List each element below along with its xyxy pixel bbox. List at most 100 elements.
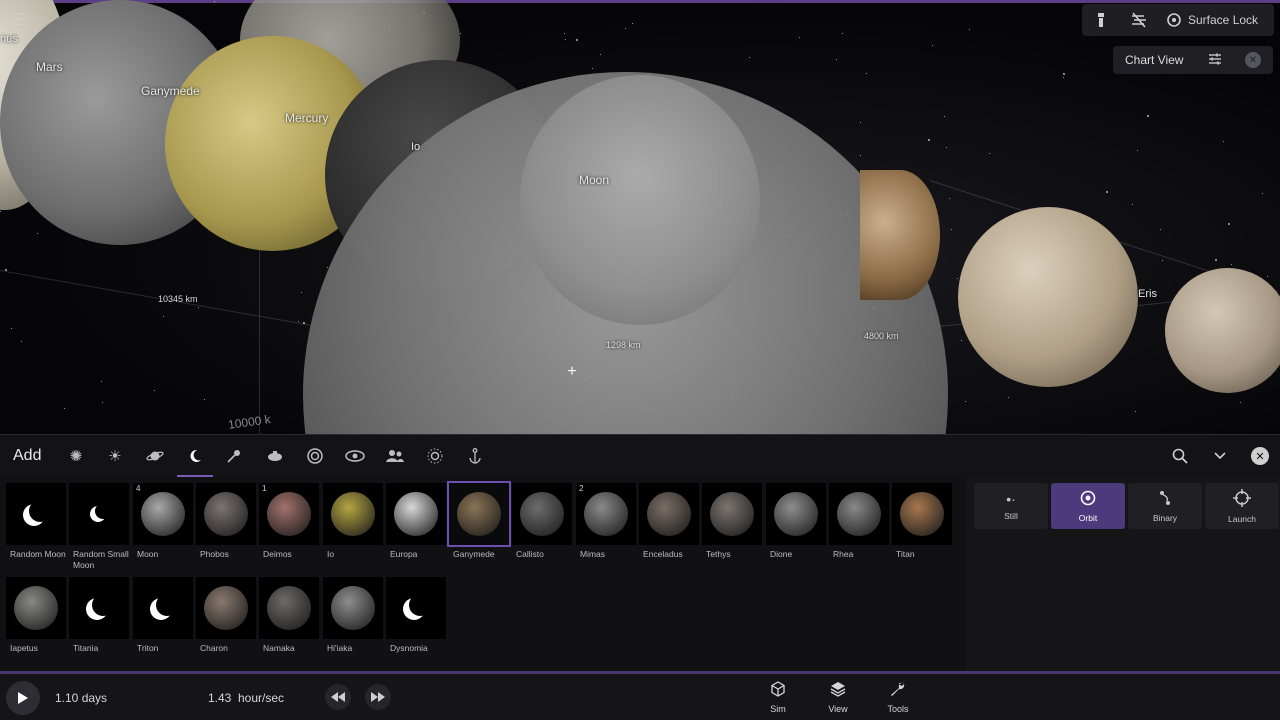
panel-title: Add	[13, 447, 42, 464]
object-thumbnail	[196, 577, 256, 639]
object-tile[interactable]: Dione	[766, 483, 826, 573]
mode-launch-button[interactable]: Launch	[1205, 483, 1279, 529]
close-panel-icon[interactable]: ✕	[1240, 435, 1280, 477]
object-name: Ganymede	[453, 549, 495, 559]
galaxy-icon[interactable]: ✺	[56, 435, 96, 477]
mode-binary-button[interactable]: Binary	[1128, 483, 1202, 529]
chevron-down-icon[interactable]	[1200, 435, 1240, 477]
star	[564, 33, 565, 34]
label-mars[interactable]: Mars	[36, 60, 63, 74]
distance-label: 4800 km	[864, 331, 899, 341]
label-venus[interactable]: nus	[0, 33, 18, 45]
swirl-icon[interactable]	[295, 435, 335, 477]
object-tile[interactable]: Enceladus	[639, 483, 699, 573]
star	[1223, 141, 1224, 142]
object-thumbnail	[512, 483, 572, 545]
object-tile[interactable]: Random Moon	[6, 483, 66, 573]
object-tile[interactable]: Titania	[69, 577, 129, 667]
crescent-moon-icon	[156, 594, 178, 616]
time-rate-value[interactable]: 1.43	[208, 691, 231, 705]
object-tile[interactable]: 1 Deimos	[259, 483, 319, 573]
eris-planet[interactable]	[958, 207, 1138, 387]
object-tile[interactable]: Callisto	[512, 483, 572, 573]
star	[1137, 150, 1138, 151]
object-name: Iapetus	[10, 643, 38, 653]
spacecraft-icon[interactable]	[255, 435, 295, 477]
object-tile[interactable]: Ganymede	[447, 481, 511, 573]
object-tile[interactable]: 4 Moon	[133, 483, 193, 573]
star	[969, 29, 970, 30]
star	[1228, 223, 1230, 225]
mode-orbit-button[interactable]: Orbit	[1051, 483, 1125, 529]
star	[11, 328, 12, 329]
object-tile[interactable]: Dysnomia	[386, 577, 446, 667]
star	[204, 399, 205, 400]
object-tile[interactable]: Charon	[196, 577, 256, 667]
close-icon[interactable]: ✕	[1245, 52, 1261, 68]
sim-button[interactable]: Sim	[753, 674, 803, 720]
object-tile[interactable]: Rhea	[829, 483, 889, 573]
object-thumbnail	[829, 483, 889, 545]
surface-lock-label: Surface Lock	[1188, 13, 1259, 27]
mode-still-button[interactable]: •· Still	[974, 483, 1048, 529]
anchor-icon[interactable]	[455, 435, 495, 477]
object-tile[interactable]: 2 Mimas	[576, 483, 636, 573]
object-thumbnail	[259, 577, 319, 639]
object-tile[interactable]: Iapetus	[6, 577, 66, 667]
moon-thumbnail-sphere	[141, 492, 185, 536]
object-tile[interactable]: Phobos	[196, 483, 256, 573]
planet-icon[interactable]	[135, 435, 175, 477]
surface-lock-button[interactable]: Surface Lock	[1158, 4, 1266, 36]
label-eris[interactable]: Eris	[1138, 288, 1157, 300]
moon-thumbnail-sphere	[331, 492, 375, 536]
object-tile[interactable]: Tethys	[702, 483, 762, 573]
view-button[interactable]: View	[813, 674, 863, 720]
object-tile[interactable]: Titan	[892, 483, 952, 573]
star	[101, 381, 102, 382]
eye-icon[interactable]	[335, 435, 375, 477]
space-viewport[interactable]: nus Mars Ganymede Mercury Io Moon Eris 1…	[0, 0, 1280, 434]
play-button[interactable]	[6, 681, 40, 715]
far-right-planet[interactable]	[1165, 268, 1280, 393]
sim-label: Sim	[770, 703, 786, 714]
object-name: Titan	[896, 549, 915, 559]
object-name: Deimos	[263, 549, 292, 559]
label-io[interactable]: Io	[411, 141, 420, 153]
sliders-icon[interactable]	[1208, 52, 1222, 69]
object-tile[interactable]: Europa	[386, 483, 446, 573]
people-icon[interactable]	[375, 435, 415, 477]
moon-thumbnail-sphere	[710, 492, 754, 536]
moon-icon[interactable]	[175, 435, 215, 477]
view-label: View	[828, 703, 848, 714]
object-tile[interactable]: Namaka	[259, 577, 319, 667]
object-thumbnail	[386, 577, 446, 639]
object-tile[interactable]: Hi'iaka	[323, 577, 383, 667]
object-name: Namaka	[263, 643, 295, 653]
fast-forward-icon[interactable]	[365, 684, 391, 710]
object-thumbnail	[702, 483, 762, 545]
rewind-icon[interactable]	[325, 684, 351, 710]
label-moon[interactable]: Moon	[579, 173, 609, 187]
object-tile[interactable]: Random Small Moon	[69, 483, 129, 573]
sun-small-icon[interactable]	[415, 435, 455, 477]
brown-planet[interactable]	[860, 170, 940, 300]
object-thumbnail	[766, 483, 826, 545]
object-tile[interactable]: Io	[323, 483, 383, 573]
star	[928, 139, 930, 141]
star	[102, 402, 103, 403]
chart-view-toggle[interactable]: Chart View ✕	[1113, 46, 1273, 74]
label-ganymede[interactable]: Ganymede	[141, 84, 200, 98]
search-icon[interactable]	[1160, 435, 1200, 477]
tools-button[interactable]: Tools	[873, 674, 923, 720]
trails-off-icon[interactable]	[1120, 4, 1158, 36]
time-rate-unit: hour/sec	[238, 691, 285, 705]
tools-label: Tools	[887, 703, 909, 714]
object-tile[interactable]: Triton	[133, 577, 193, 667]
asteroid-icon[interactable]	[214, 435, 254, 477]
menu-icon[interactable]: ☰	[10, 10, 30, 30]
label-mercury[interactable]: Mercury	[285, 111, 328, 125]
star-icon[interactable]: ☀	[95, 435, 135, 477]
star	[951, 229, 952, 230]
flashlight-icon[interactable]	[1082, 4, 1120, 36]
star	[64, 408, 65, 409]
